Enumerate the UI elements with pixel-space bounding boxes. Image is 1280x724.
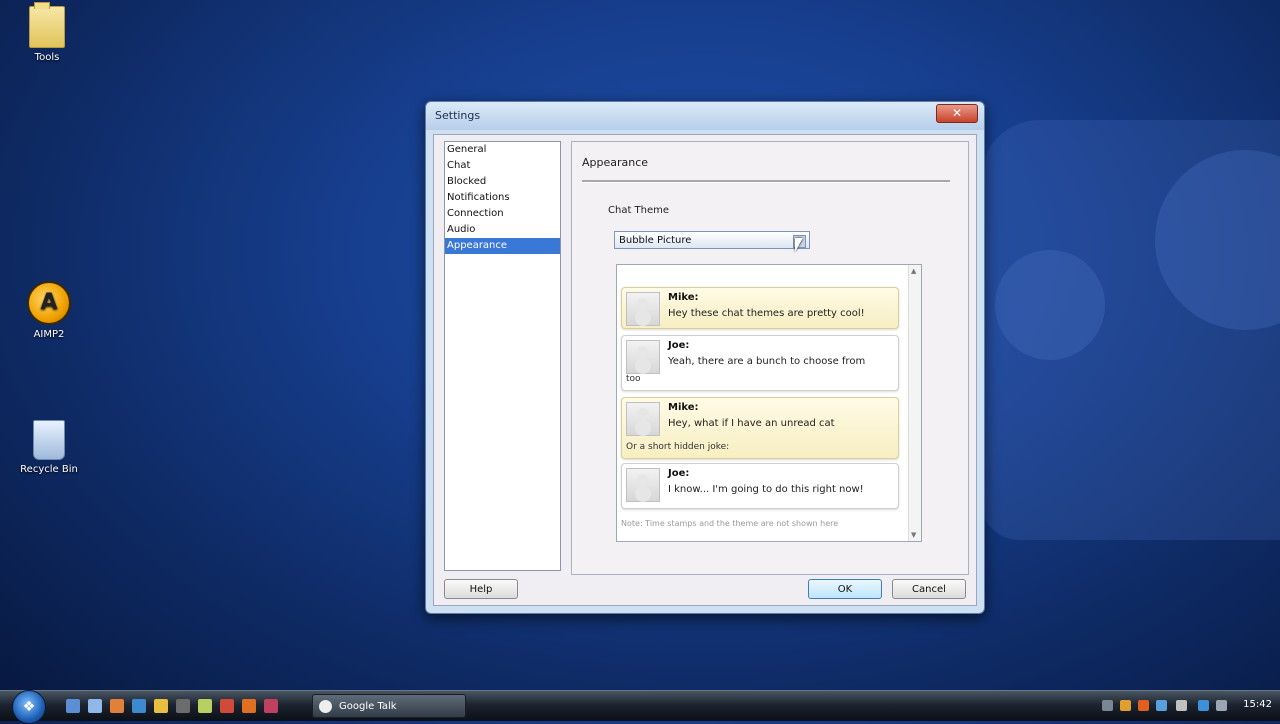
tray-icon[interactable] bbox=[1216, 700, 1227, 711]
aimp-icon: A bbox=[27, 281, 71, 325]
tray-icon[interactable] bbox=[1102, 700, 1113, 711]
quicklaunch-icon[interactable] bbox=[242, 699, 256, 713]
quicklaunch-icon[interactable] bbox=[176, 699, 190, 713]
wallpaper-shape bbox=[980, 120, 1280, 540]
windows-start-icon[interactable]: ❖ bbox=[12, 690, 46, 724]
mouse-cursor-icon bbox=[795, 238, 803, 252]
message-sender: Mike: bbox=[668, 292, 699, 303]
preview-scrollbar[interactable]: ▲ ▼ bbox=[908, 265, 921, 541]
taskbar-button-label: Google Talk bbox=[339, 701, 397, 712]
category-item-blocked[interactable]: Blocked bbox=[445, 174, 560, 190]
panel-divider bbox=[582, 180, 950, 183]
desktop-icon-label: AIMP2 bbox=[33, 329, 65, 340]
quicklaunch-icon[interactable] bbox=[264, 699, 278, 713]
message-continued: too bbox=[626, 374, 641, 384]
tray-icon[interactable] bbox=[1176, 700, 1187, 711]
message-text: Hey, what if I have an unread cat bbox=[668, 418, 835, 429]
preview-message: Mike: Hey, what if I have an unread cat … bbox=[621, 397, 899, 459]
ok-button[interactable]: OK bbox=[808, 579, 882, 599]
preview-message: Mike: Hey these chat themes are pretty c… bbox=[621, 287, 899, 329]
quicklaunch-icon[interactable] bbox=[220, 699, 234, 713]
preview-message: Joe: Yeah, there are a bunch to choose f… bbox=[621, 335, 899, 391]
desktop-icon-recycle-bin[interactable]: Recycle Bin bbox=[14, 420, 84, 475]
category-item-general[interactable]: General bbox=[445, 142, 560, 158]
category-list: General Chat Blocked Notifications Conne… bbox=[444, 141, 561, 571]
quicklaunch-icon[interactable] bbox=[132, 699, 146, 713]
dialog-client: General Chat Blocked Notifications Conne… bbox=[433, 134, 977, 606]
avatar-icon bbox=[626, 340, 660, 374]
category-item-appearance[interactable]: Appearance bbox=[445, 238, 560, 254]
panel-title: Appearance bbox=[582, 156, 649, 169]
category-item-notifications[interactable]: Notifications bbox=[445, 190, 560, 206]
category-item-chat[interactable]: Chat bbox=[445, 158, 560, 174]
quicklaunch-icon[interactable] bbox=[154, 699, 168, 713]
tray-icon[interactable] bbox=[1138, 700, 1149, 711]
desktop-icon-label: Tools bbox=[34, 52, 60, 63]
avatar-icon bbox=[626, 292, 660, 326]
chat-theme-select[interactable]: Bubble Picture ▼ bbox=[614, 231, 810, 249]
desktop-icon-tools[interactable]: Tools bbox=[12, 2, 82, 63]
message-text: Yeah, there are a bunch to choose from bbox=[668, 356, 866, 367]
quicklaunch-icon[interactable] bbox=[66, 699, 80, 713]
message-sender: Mike: bbox=[668, 402, 699, 413]
dialog-titlebar[interactable]: Settings ✕ bbox=[426, 102, 984, 130]
folder-icon bbox=[29, 2, 65, 48]
dialog-title: Settings bbox=[435, 109, 481, 122]
tray-icon[interactable] bbox=[1120, 700, 1131, 711]
taskbar-clock[interactable]: 15:42 bbox=[1243, 699, 1272, 710]
message-sender: Joe: bbox=[668, 340, 690, 351]
appearance-panel: Appearance Chat Theme Bubble Picture ▼ M… bbox=[571, 141, 969, 575]
desktop-icon-label: Recycle Bin bbox=[20, 464, 78, 475]
scroll-down-icon[interactable]: ▼ bbox=[911, 531, 916, 539]
tray-icon[interactable] bbox=[1156, 700, 1167, 711]
tray-icon[interactable] bbox=[1198, 700, 1209, 711]
avatar-icon bbox=[626, 402, 660, 436]
recycle-bin-icon bbox=[33, 420, 65, 460]
chat-theme-value: Bubble Picture bbox=[619, 235, 692, 246]
help-button[interactable]: Help bbox=[444, 579, 518, 599]
quicklaunch-icon[interactable] bbox=[88, 699, 102, 713]
category-item-audio[interactable]: Audio bbox=[445, 222, 560, 238]
theme-preview: Mike: Hey these chat themes are pretty c… bbox=[616, 264, 922, 542]
cancel-button[interactable]: Cancel bbox=[892, 579, 966, 599]
message-text: I know... I'm going to do this right now… bbox=[668, 484, 864, 495]
taskbar: ❖ Google Talk 15:42 bbox=[0, 690, 1280, 724]
taskbar-button-google-talk[interactable]: Google Talk bbox=[312, 694, 466, 718]
message-sender: Joe: bbox=[668, 468, 690, 479]
category-item-connection[interactable]: Connection bbox=[445, 206, 560, 222]
scroll-up-icon[interactable]: ▲ bbox=[911, 267, 916, 275]
quicklaunch-icon[interactable] bbox=[198, 699, 212, 713]
preview-footnote: Note: Time stamps and the theme are not … bbox=[621, 519, 839, 528]
quicklaunch-icon[interactable] bbox=[110, 699, 124, 713]
desktop-icon-aimp[interactable]: A AIMP2 bbox=[14, 281, 84, 340]
message-continued: Or a short hidden joke: bbox=[626, 442, 730, 452]
close-button[interactable]: ✕ bbox=[936, 104, 978, 123]
chat-bubble-icon bbox=[319, 700, 332, 713]
preview-message: Joe: I know... I'm going to do this righ… bbox=[621, 463, 899, 509]
settings-dialog: Settings ✕ General Chat Blocked Notifica… bbox=[425, 101, 985, 614]
message-text: Hey these chat themes are pretty cool! bbox=[668, 308, 865, 319]
avatar-icon bbox=[626, 468, 660, 502]
chat-theme-label: Chat Theme bbox=[608, 205, 670, 216]
